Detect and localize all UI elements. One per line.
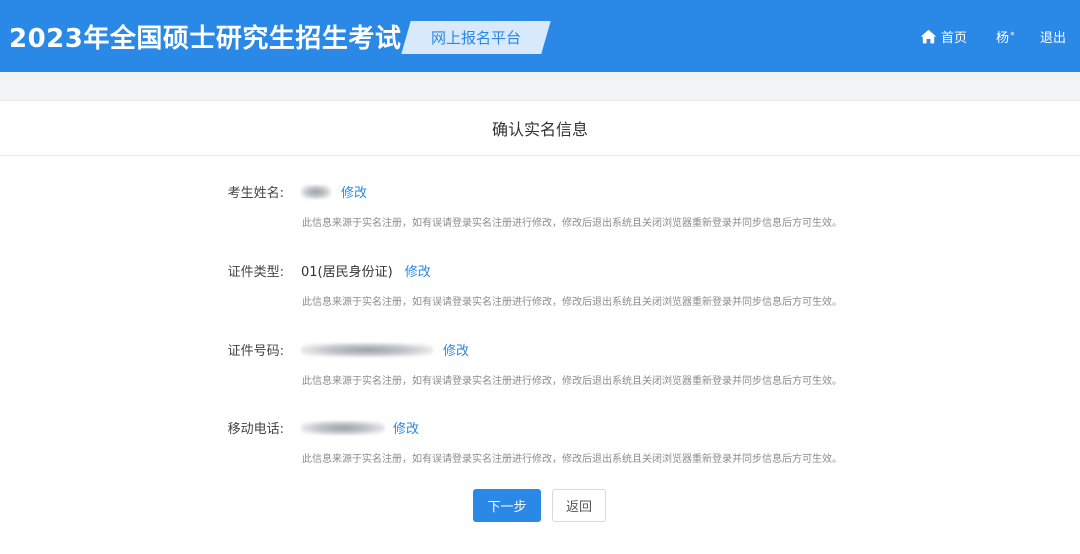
field-note: 此信息来源于实名注册，如有误请登录实名注册进行修改，修改后退出系统且关闭浏览器重… [302,297,842,308]
nav-logout-link[interactable]: 退出 [1040,26,1066,46]
edit-id-type-link[interactable]: 修改 [405,261,431,280]
redacted-phone-value [301,420,385,435]
field-value-row: 修改 [301,418,419,437]
nav-user-menu[interactable]: 杨 * [996,26,1015,46]
field-note: 此信息来源于实名注册，如有误请登录实名注册进行修改，修改后退出系统且关闭浏览器重… [302,376,842,387]
field-id-type: 证件类型: 01(居民身份证) 修改 此信息来源于实名注册，如有误请登录实名注册… [0,261,1080,321]
edit-id-number-link[interactable]: 修改 [443,340,469,359]
id-type-value: 01(居民身份证) [301,265,393,280]
top-bar: 2023年全国硕士研究生招生考试 网上报名平台 首页 杨 * 退出 [0,0,1080,72]
field-id-number: 证件号码: 修改 此信息来源于实名注册，如有误请登录实名注册进行修改，修改后退出… [0,340,1080,400]
app-title: 2023年全国硕士研究生招生考试 [9,24,402,54]
home-icon [920,29,937,43]
nav-user-mark: * [1010,31,1015,41]
field-name: 考生姓名: 修改 此信息来源于实名注册，如有误请登录实名注册进行修改，修改后退出… [0,182,1080,242]
field-note: 此信息来源于实名注册，如有误请登录实名注册进行修改，修改后退出系统且关闭浏览器重… [302,218,842,229]
edit-name-link[interactable]: 修改 [341,182,367,201]
field-value-row: 01(居民身份证) 修改 [301,261,431,280]
field-label: 移动电话: [227,422,284,437]
nav-home-label: 首页 [941,30,968,46]
field-label: 证件号码: [227,344,284,359]
field-value-row: 修改 [301,182,367,201]
redacted-name-value [301,184,331,199]
field-label: 考生姓名: [227,186,284,201]
field-value-row: 修改 [301,340,469,359]
back-button[interactable]: 返回 [552,489,606,522]
redacted-id-number-value [301,342,433,357]
platform-label: 网上报名平台 [430,29,521,47]
nav-logout-label: 退出 [1040,30,1067,46]
card-header: 确认实名信息 [0,101,1080,156]
field-mobile-phone: 移动电话: 修改 此信息来源于实名注册，如有误请登录实名注册进行修改，修改后退出… [0,418,1080,478]
field-label: 证件类型: [227,265,284,280]
edit-phone-link[interactable]: 修改 [393,418,419,437]
nav-home-link[interactable]: 首页 [920,26,967,46]
field-note: 此信息来源于实名注册，如有误请登录实名注册进行修改，修改后退出系统且关闭浏览器重… [302,454,842,465]
next-step-button[interactable]: 下一步 [473,489,541,522]
nav-user-name: 杨 [996,30,1010,46]
platform-badge: 网上报名平台 [401,21,551,54]
page-title: 确认实名信息 [491,120,588,139]
main-card: 确认实名信息 [0,100,1080,554]
